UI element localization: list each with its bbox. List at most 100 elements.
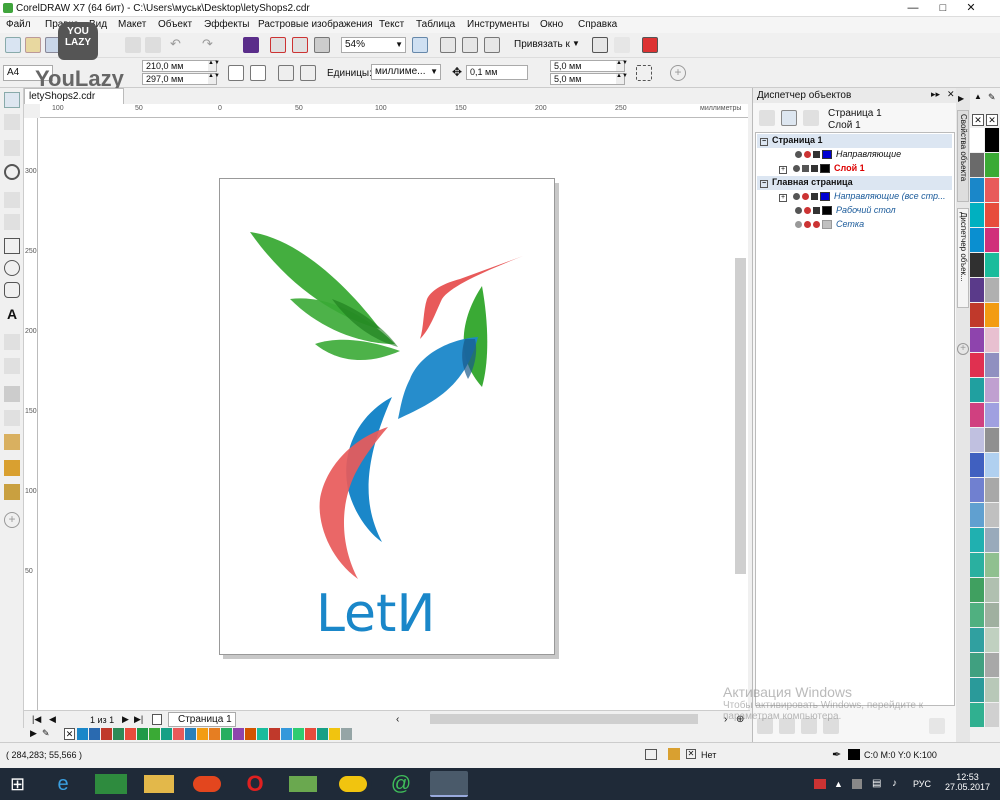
pencil-icon[interactable]: [813, 207, 820, 215]
color-swatch[interactable]: [985, 228, 999, 252]
color-swatch[interactable]: [985, 678, 999, 702]
tree-master-page[interactable]: − Главная страница: [757, 176, 952, 190]
collapse-dockers-icon[interactable]: ▶: [958, 94, 964, 103]
pick-tool-icon[interactable]: [4, 92, 20, 108]
color-swatch[interactable]: [209, 728, 220, 740]
printer-icon[interactable]: [802, 193, 809, 201]
add-page-icon[interactable]: [152, 714, 162, 725]
document-page[interactable]: LetИ: [219, 178, 555, 655]
portrait-icon[interactable]: [228, 65, 244, 81]
tree-desktop[interactable]: Рабочий стол: [757, 204, 952, 218]
color-swatch[interactable]: [985, 378, 999, 402]
pen-outline-icon[interactable]: ✒: [832, 748, 841, 761]
color-swatch[interactable]: [970, 353, 984, 377]
search-content-icon[interactable]: [243, 37, 259, 53]
color-swatch[interactable]: [985, 253, 999, 277]
page-tab-1[interactable]: Страница 1: [168, 712, 236, 727]
hummingbird-logo-artwork[interactable]: LetИ: [220, 179, 556, 656]
color-swatch[interactable]: [985, 553, 999, 577]
spin-arrows-icon[interactable]: ▲▼: [208, 73, 220, 84]
options-icon[interactable]: [592, 37, 608, 53]
landscape-icon[interactable]: [250, 65, 266, 81]
eye-icon[interactable]: [793, 165, 800, 173]
palette-up-icon[interactable]: ▲: [974, 92, 982, 101]
artistic-media-tool-icon[interactable]: [4, 214, 20, 230]
zoom-page-icon[interactable]: [412, 37, 428, 53]
add-tool-icon[interactable]: +: [4, 512, 20, 528]
pencil-icon[interactable]: [811, 193, 818, 201]
tray-chevron-icon[interactable]: ▲: [834, 779, 843, 789]
page-height-field[interactable]: 297,0 мм ▲▼: [142, 73, 220, 85]
no-color-swatch[interactable]: ✕: [972, 114, 984, 126]
notepad-icon[interactable]: [284, 771, 322, 797]
color-swatch[interactable]: [137, 728, 148, 740]
collapse-icon[interactable]: −: [760, 180, 768, 188]
eye-icon[interactable]: [795, 207, 802, 215]
treat-as-filled-icon[interactable]: [636, 65, 652, 81]
fill-bucket-icon[interactable]: [668, 748, 680, 760]
color-swatch[interactable]: [985, 428, 999, 452]
printer-icon[interactable]: [804, 221, 811, 229]
menu-object[interactable]: Объект: [158, 19, 192, 30]
docker-close-icon[interactable]: ✕: [947, 89, 955, 100]
tree-layer-1[interactable]: + Слой 1: [757, 162, 952, 176]
menu-table[interactable]: Таблица: [416, 19, 455, 30]
show-rulers-icon[interactable]: [462, 37, 478, 53]
tree-page-1[interactable]: − Страница 1: [757, 134, 952, 148]
color-swatch[interactable]: [970, 278, 984, 302]
color-swatch[interactable]: [329, 728, 340, 740]
printer-icon[interactable]: [804, 207, 811, 215]
redo-icon[interactable]: ↷: [202, 37, 218, 53]
nudge-field[interactable]: 0,1 мм: [466, 65, 528, 80]
color-swatch[interactable]: [970, 153, 984, 177]
all-pages-icon[interactable]: [278, 65, 294, 81]
color-swatch[interactable]: [970, 378, 984, 402]
menu-help[interactable]: Справка: [578, 19, 617, 30]
printer-icon[interactable]: [804, 151, 811, 159]
spin-arrows-icon[interactable]: ▲▼: [208, 60, 220, 71]
no-color-swatch[interactable]: ✕: [64, 728, 75, 740]
collapse-icon[interactable]: −: [760, 138, 768, 146]
last-page-icon[interactable]: ▶|: [134, 714, 143, 725]
color-swatch[interactable]: [185, 728, 196, 740]
palette-scroll-icon[interactable]: ▶: [30, 728, 37, 739]
color-swatch[interactable]: [970, 328, 984, 352]
color-swatch[interactable]: [257, 728, 268, 740]
import-icon[interactable]: [270, 37, 286, 53]
color-swatch[interactable]: [970, 478, 984, 502]
opera-icon[interactable]: O: [236, 771, 274, 797]
tray-network-icon[interactable]: ▤: [872, 778, 881, 789]
text-tool-icon[interactable]: A: [4, 306, 20, 322]
color-swatch[interactable]: [317, 728, 328, 740]
spin-arrows-icon[interactable]: ▲▼: [616, 60, 628, 71]
menu-tools[interactable]: Инструменты: [467, 19, 529, 30]
zoom-combo[interactable]: 54% ▼: [341, 37, 406, 53]
edit-across-layers-icon[interactable]: [781, 110, 797, 126]
color-swatch[interactable]: [77, 728, 88, 740]
eye-icon[interactable]: [795, 221, 802, 229]
color-swatch[interactable]: [161, 728, 172, 740]
color-swatch[interactable]: [970, 453, 984, 477]
start-windows-icon[interactable]: ⊞: [10, 775, 28, 793]
docker-collapse-icon[interactable]: ▸▸: [931, 89, 940, 100]
color-swatch[interactable]: [970, 253, 984, 277]
color-swatch[interactable]: [125, 728, 136, 740]
color-swatch[interactable]: [985, 578, 999, 602]
crop-tool-icon[interactable]: [4, 140, 20, 156]
maximize-button[interactable]: □: [930, 1, 956, 16]
menu-file[interactable]: Файл: [6, 19, 31, 30]
internet-explorer-icon[interactable]: e: [44, 771, 82, 797]
color-swatch[interactable]: [970, 528, 984, 552]
tab-object-properties[interactable]: Свойства объекта: [957, 110, 969, 202]
add-icon[interactable]: +: [670, 65, 686, 81]
color-swatch[interactable]: [305, 728, 316, 740]
shape-tool-icon[interactable]: [4, 114, 20, 130]
tray-app-icon[interactable]: [814, 779, 826, 789]
color-swatch[interactable]: [970, 653, 984, 677]
coreldraw-taskbar-icon[interactable]: [430, 771, 468, 797]
color-eyedropper-tool-icon[interactable]: [4, 434, 20, 450]
color-swatch[interactable]: [985, 278, 999, 302]
color-swatch[interactable]: [985, 128, 999, 152]
menu-text[interactable]: Текст: [379, 19, 404, 30]
smart-fill-tool-icon[interactable]: [4, 484, 20, 500]
